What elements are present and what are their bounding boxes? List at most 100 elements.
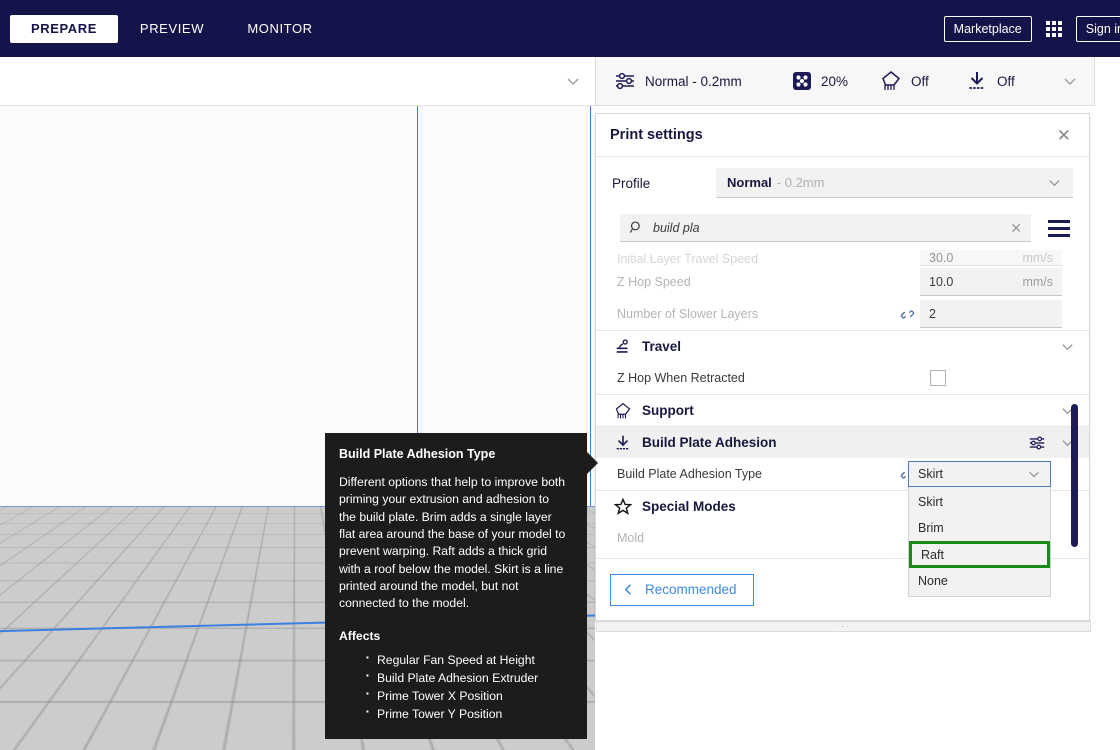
section-right-group xyxy=(1060,339,1075,354)
section-header-travel[interactable]: Travel xyxy=(596,330,1089,362)
section-right-group xyxy=(1028,434,1075,452)
adhesion-icon xyxy=(614,434,632,452)
build-plate-adhesion-type-dropdown[interactable]: Skirt Skirt Brim Raft None xyxy=(908,461,1051,597)
tooltip-title: Build Plate Adhesion Type xyxy=(339,447,496,461)
profile-value-name: Normal xyxy=(727,175,772,190)
setting-row-initial-layer-travel-speed[interactable]: Initial Layer Travel Speed 30.0 mm/s xyxy=(596,248,1089,266)
dropdown-option-brim[interactable]: Brim xyxy=(909,515,1050,541)
stage-tab-prepare[interactable]: PREPARE xyxy=(10,14,118,43)
viewport-top-strip xyxy=(0,57,595,106)
section-title: Travel xyxy=(642,339,682,354)
panel-title: Print settings xyxy=(610,127,703,143)
setting-value-field[interactable]: 30.0 mm/s xyxy=(920,250,1062,266)
settings-bar-collapse-icon[interactable] xyxy=(1062,73,1094,89)
setting-row-z-hop-speed[interactable]: Z Hop Speed 10.0 mm/s xyxy=(596,266,1089,298)
marketplace-button[interactable]: Marketplace xyxy=(943,15,1032,42)
setting-tooltip: Build Plate Adhesion Type Different opti… xyxy=(325,433,598,739)
close-icon[interactable]: ✕ xyxy=(1053,123,1075,148)
setting-label: Build Plate Adhesion Type xyxy=(617,467,763,481)
search-input[interactable]: build pla ✕ xyxy=(620,214,1031,242)
tooltip-body: Different options that help to improve b… xyxy=(339,475,566,611)
chevron-down-icon[interactable] xyxy=(565,73,581,89)
dropdown-option-none[interactable]: None xyxy=(909,568,1050,594)
setting-value-field[interactable]: 2 xyxy=(920,300,1062,328)
dropdown-options-list[interactable]: Skirt Brim Raft None xyxy=(908,487,1051,597)
panel-header: Print settings ✕ xyxy=(596,114,1089,157)
dropdown-option-label: Raft xyxy=(921,547,944,562)
chevron-down-icon xyxy=(1027,467,1041,481)
print-settings-selector-bar[interactable]: Normal - 0.2mm 20% Off Off xyxy=(595,57,1095,106)
stage-tab-prepare-label: PREPARE xyxy=(30,21,98,36)
stage-tabs: PREPARE PREVIEW MONITOR xyxy=(0,14,334,43)
tune-settings-icon[interactable] xyxy=(1028,434,1046,452)
setting-value: 2 xyxy=(929,306,936,321)
search-icon xyxy=(629,220,644,235)
link-icon[interactable] xyxy=(894,306,920,323)
tooltip-affects-list: Regular Fan Speed at Height Build Plate … xyxy=(339,651,569,723)
topbar-right-group: Marketplace Sign in xyxy=(943,15,1120,42)
dropdown-option-skirt[interactable]: Skirt xyxy=(909,489,1050,515)
adhesion-quick-setting[interactable]: Off xyxy=(966,70,1046,92)
setting-value: 10.0 xyxy=(929,274,954,289)
section-header-build-plate-adhesion[interactable]: Build Plate Adhesion xyxy=(596,426,1089,458)
sign-in-button[interactable]: Sign in xyxy=(1075,15,1120,42)
support-quick-label: Off xyxy=(911,73,929,89)
section-title: Support xyxy=(642,403,694,418)
profile-dropdown[interactable]: Normal - 0.2mm xyxy=(716,168,1073,198)
setting-row-number-of-slower-layers[interactable]: Number of Slower Layers 2 xyxy=(596,298,1089,330)
tooltip-affects-item: Prime Tower Y Position xyxy=(366,705,569,723)
sign-in-label: Sign in xyxy=(1085,21,1120,36)
support-quick-setting[interactable]: Off xyxy=(880,70,966,92)
chevron-down-icon xyxy=(1047,175,1062,190)
setting-unit: mm/s xyxy=(1022,274,1053,289)
section-title: Special Modes xyxy=(642,499,736,514)
profile-quick-setting[interactable]: Normal - 0.2mm xyxy=(596,70,792,92)
adhesion-icon xyxy=(966,70,988,92)
hamburger-menu-icon[interactable] xyxy=(1045,217,1073,240)
vertical-scrollbar[interactable] xyxy=(1071,404,1078,547)
search-input-value: build pla xyxy=(653,220,700,235)
profile-value-meta: - 0.2mm xyxy=(776,175,825,190)
infill-quick-setting[interactable]: 20% xyxy=(792,71,880,91)
dropdown-option-label: Brim xyxy=(918,521,944,535)
setting-label: Initial Layer Travel Speed xyxy=(617,252,759,266)
sliders-icon xyxy=(614,70,636,92)
support-icon xyxy=(614,402,632,420)
dropdown-option-raft[interactable]: Raft xyxy=(909,541,1050,568)
travel-icon xyxy=(614,338,632,356)
setting-unit: mm/s xyxy=(1022,251,1053,265)
recommended-label: Recommended xyxy=(645,582,737,597)
chevron-left-icon xyxy=(621,582,636,597)
dropdown-option-label: None xyxy=(918,574,948,588)
stage-tab-preview-label: PREVIEW xyxy=(139,21,205,36)
dropdown-option-label: Skirt xyxy=(918,495,943,509)
dropdown-selected-value: Skirt xyxy=(918,467,943,481)
marketplace-label: Marketplace xyxy=(953,21,1022,36)
chevron-down-icon[interactable] xyxy=(1060,339,1075,354)
cura-application-window: PREPARE PREVIEW MONITOR Marketplace Sign… xyxy=(0,0,1120,750)
star-icon xyxy=(614,497,632,516)
section-header-support[interactable]: Support xyxy=(596,394,1089,426)
profile-quick-label: Normal - 0.2mm xyxy=(645,73,742,89)
adhesion-quick-label: Off xyxy=(997,73,1015,89)
panel-resize-grip[interactable]: ··· xyxy=(596,621,1091,632)
tooltip-affects-item: Build Plate Adhesion Extruder xyxy=(366,669,569,687)
search-clear-icon[interactable]: ✕ xyxy=(1010,221,1022,235)
z-hop-checkbox[interactable] xyxy=(930,370,946,386)
stage-tab-monitor[interactable]: MONITOR xyxy=(226,15,334,43)
support-icon xyxy=(880,70,902,92)
setting-label: Z Hop Speed xyxy=(617,275,691,289)
profile-row: Profile Normal - 0.2mm xyxy=(596,157,1089,209)
setting-checkbox-wrap xyxy=(920,364,1062,392)
setting-value-field[interactable]: 10.0 mm/s xyxy=(920,268,1062,296)
recommended-mode-button[interactable]: Recommended xyxy=(610,573,754,606)
search-row: build pla ✕ xyxy=(596,209,1089,247)
grid-apps-icon[interactable] xyxy=(1045,20,1062,37)
tooltip-affects-label: Affects xyxy=(339,628,381,643)
setting-row-z-hop-when-retracted[interactable]: Z Hop When Retracted xyxy=(596,362,1089,394)
stage-tab-preview[interactable]: PREVIEW xyxy=(118,15,226,43)
stage-tab-monitor-label: MONITOR xyxy=(247,21,313,36)
dropdown-selected-field[interactable]: Skirt xyxy=(908,461,1051,487)
tooltip-affects-item: Prime Tower X Position xyxy=(366,687,569,705)
section-title: Build Plate Adhesion xyxy=(642,435,777,450)
